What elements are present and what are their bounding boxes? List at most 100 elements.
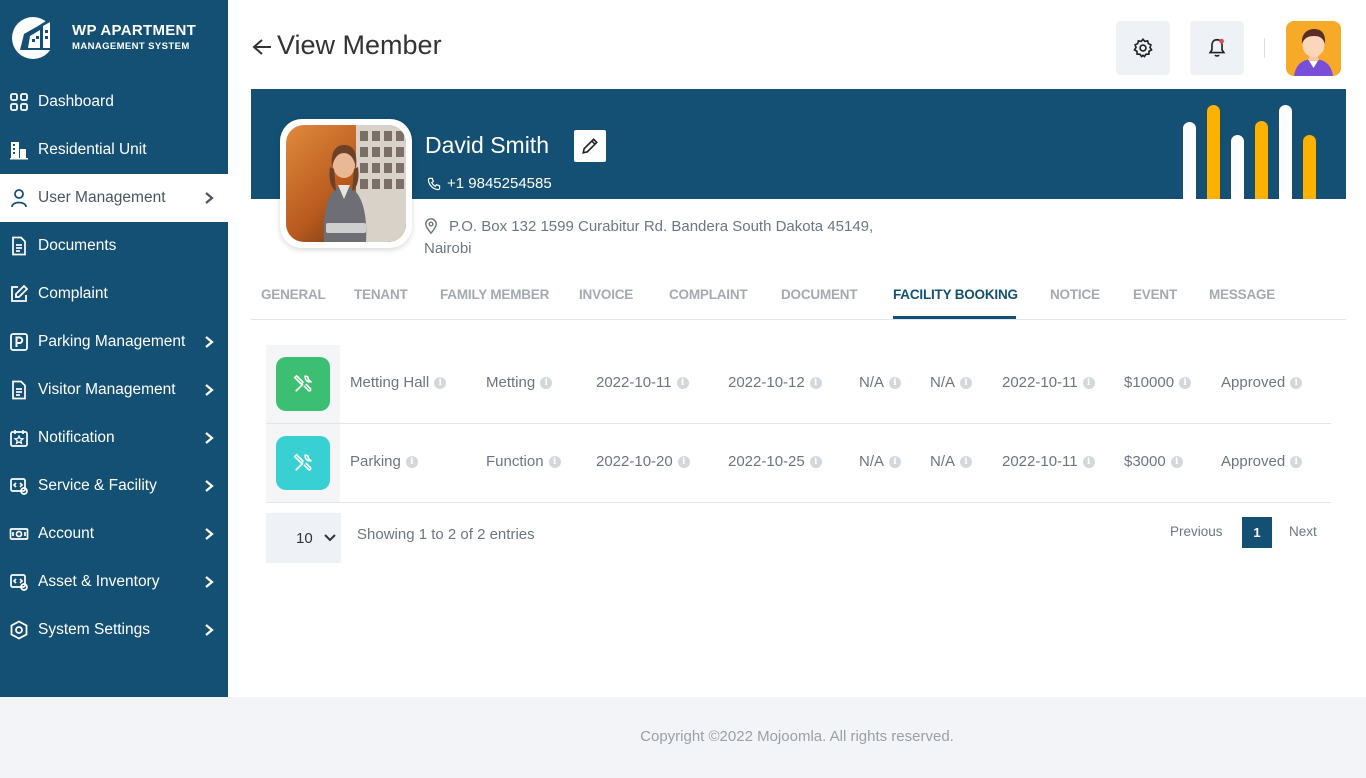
- edit-member-button[interactable]: [574, 130, 606, 162]
- value-6: N/A: [930, 453, 956, 470]
- visitor-doc-icon: [8, 379, 30, 401]
- info-icon[interactable]: i: [960, 455, 973, 468]
- member-phone-number: +1 9845254585: [447, 175, 552, 192]
- tab-complaint[interactable]: COMPLAINT: [669, 287, 748, 302]
- tab-invoice[interactable]: INVOICE: [579, 287, 633, 302]
- info-icon[interactable]: i: [540, 376, 553, 389]
- user-avatar[interactable]: [1286, 21, 1341, 76]
- next-page-button[interactable]: Next: [1289, 524, 1317, 539]
- info-icon[interactable]: i: [1290, 455, 1303, 468]
- info-icon[interactable]: i: [1082, 455, 1095, 468]
- table-row[interactable]: Parking i Function i 2022-10-20 i 2022-10-2…: [266, 424, 1331, 503]
- asset-icon: [8, 571, 30, 593]
- chevron-right-icon: [205, 336, 214, 348]
- sidebar-item-service-facility[interactable]: Service & Facility: [0, 462, 228, 510]
- member-address: P.O. Box 132 1599 Curabitur Rd. Bandera …: [424, 218, 874, 257]
- decor-bar: [1231, 135, 1244, 199]
- app-logo[interactable]: WP APARTMENT MANAGEMENT SYSTEM: [10, 14, 220, 64]
- parking-icon: [8, 331, 30, 353]
- info-icon[interactable]: i: [1290, 376, 1303, 389]
- start-date-cell: 2022-10-20 i: [596, 453, 690, 470]
- type-cell: Function i: [486, 453, 561, 470]
- pencil-icon: [582, 138, 598, 154]
- notification-button[interactable]: [1190, 21, 1244, 75]
- row-icon-cell: [266, 345, 340, 423]
- logo-subtitle: MANAGEMENT SYSTEM: [72, 41, 190, 52]
- value-6: N/A: [930, 374, 956, 391]
- info-icon[interactable]: i: [889, 376, 902, 389]
- facility-cell: Parking i: [350, 453, 418, 470]
- tab-event[interactable]: EVENT: [1133, 287, 1177, 302]
- chevron-right-icon: [205, 192, 214, 204]
- page-size-value: 10: [296, 529, 313, 547]
- info-icon[interactable]: i: [960, 376, 973, 389]
- sidebar-item-dashboard[interactable]: Dashboard: [0, 78, 228, 126]
- tab-facility-booking[interactable]: FACILITY BOOKING: [893, 287, 1018, 302]
- start-date: 2022-10-20: [596, 453, 673, 470]
- tab-general[interactable]: GENERAL: [261, 287, 326, 302]
- sidebar-item-notification[interactable]: Notification: [0, 414, 228, 462]
- page-size-select[interactable]: 10: [266, 513, 341, 563]
- previous-page-button[interactable]: Previous: [1170, 524, 1223, 539]
- bell-icon: [1208, 38, 1226, 57]
- sidebar-item-user-management[interactable]: User Management: [0, 174, 228, 222]
- tab-family-member[interactable]: FAMILY MEMBER: [440, 287, 549, 302]
- sidebar-item-label: User Management: [38, 189, 166, 206]
- status-cell: Approved i: [1221, 374, 1303, 391]
- sidebar-item-asset-inventory[interactable]: Asset & Inventory: [0, 558, 228, 606]
- info-icon[interactable]: i: [676, 376, 689, 389]
- sidebar-item-label: Asset & Inventory: [38, 573, 160, 590]
- sidebar-item-label: System Settings: [38, 621, 150, 638]
- sidebar: WP APARTMENT MANAGEMENT SYSTEM Dashboard…: [0, 0, 228, 697]
- info-icon[interactable]: i: [434, 376, 447, 389]
- sidebar-item-system-settings[interactable]: System Settings: [0, 606, 228, 654]
- sidebar-item-residential-unit[interactable]: Residential Unit: [0, 126, 228, 174]
- sidebar-item-parking-management[interactable]: Parking Management: [0, 318, 228, 366]
- tab-notice[interactable]: NOTICE: [1050, 287, 1100, 302]
- info-icon[interactable]: i: [1179, 376, 1192, 389]
- sidebar-item-visitor-management[interactable]: Visitor Management: [0, 366, 228, 414]
- tab-tenant[interactable]: TENANT: [354, 287, 408, 302]
- logo-building-icon: [12, 16, 54, 59]
- table-row[interactable]: Metting Hall i Metting i 2022-10-11 i 2022-…: [266, 345, 1331, 424]
- sidebar-item-account[interactable]: Account: [0, 510, 228, 558]
- booked-on: 2022-10-11: [1002, 453, 1078, 470]
- account-cash-icon: [8, 523, 30, 545]
- start-date: 2022-10-11: [596, 374, 672, 391]
- building-icon: [8, 139, 30, 161]
- booking-type: Metting: [486, 374, 536, 391]
- chevron-right-icon: [205, 432, 214, 444]
- tab-message[interactable]: MESSAGE: [1209, 287, 1275, 302]
- decor-bar: [1279, 105, 1292, 199]
- settings-button[interactable]: [1116, 21, 1170, 75]
- info-icon[interactable]: i: [677, 455, 690, 468]
- user-icon: [8, 187, 30, 209]
- sidebar-item-documents[interactable]: Documents: [0, 222, 228, 270]
- sidebar-item-complaint[interactable]: Complaint: [0, 270, 228, 318]
- member-tabs: GENERAL TENANT FAMILY MEMBER INVOICE COM…: [251, 276, 1346, 320]
- info-icon[interactable]: i: [405, 455, 418, 468]
- info-icon[interactable]: i: [809, 455, 822, 468]
- info-icon[interactable]: i: [809, 376, 822, 389]
- arrow-left-icon[interactable]: [252, 38, 272, 56]
- active-tab-indicator: [893, 316, 1016, 319]
- status: Approved: [1221, 374, 1286, 391]
- member-phone: +1 9845254585: [427, 175, 552, 192]
- complaint-edit-icon: [8, 283, 30, 305]
- value-cell: N/A i: [859, 453, 902, 470]
- value-5: N/A: [859, 374, 885, 391]
- info-icon[interactable]: i: [548, 455, 561, 468]
- chevron-right-icon: [205, 528, 214, 540]
- info-icon[interactable]: i: [1170, 455, 1183, 468]
- amount: $3000: [1124, 453, 1166, 470]
- sidebar-item-label: Complaint: [38, 285, 108, 302]
- decor-bar: [1183, 122, 1196, 199]
- decor-bar: [1207, 105, 1220, 199]
- chevron-right-icon: [205, 576, 214, 588]
- tab-document[interactable]: DOCUMENT: [781, 287, 858, 302]
- sidebar-item-label: Parking Management: [38, 333, 186, 350]
- chevron-right-icon: [205, 384, 214, 396]
- info-icon[interactable]: i: [889, 455, 902, 468]
- page-1-button[interactable]: 1: [1242, 517, 1272, 548]
- info-icon[interactable]: i: [1082, 376, 1095, 389]
